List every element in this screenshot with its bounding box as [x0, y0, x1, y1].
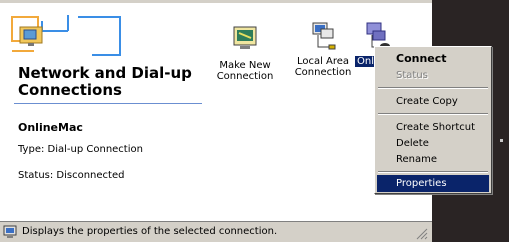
make-new-connection-icon: [233, 26, 257, 49]
status-bar: Displays the properties of the selected …: [0, 221, 432, 242]
connection-icon: [3, 225, 17, 238]
item-local-area-connection[interactable]: Local Area Connection: [283, 21, 363, 78]
status-text: Displays the properties of the selected …: [22, 226, 278, 237]
title-divider: [14, 103, 202, 104]
menu-item-create-shortcut[interactable]: Create Shortcut: [377, 119, 489, 136]
explorer-window: Network and Dial-up Connections OnlineMa…: [0, 0, 432, 242]
menu-separator: [378, 87, 488, 89]
local-area-connection-icon: [312, 22, 336, 50]
menu-item-status[interactable]: Status: [377, 67, 489, 84]
resize-grip[interactable]: [416, 228, 428, 240]
page-title: Network and Dial-up Connections: [18, 64, 192, 99]
context-menu: Connect Status Create Copy Create Shortc…: [374, 46, 492, 194]
menu-separator: [378, 113, 488, 115]
menu-item-delete[interactable]: Delete: [377, 135, 489, 152]
menu-separator: [378, 171, 488, 173]
info-pane: Network and Dial-up Connections OnlineMa…: [0, 3, 205, 221]
item-label: Local Area Connection: [294, 56, 352, 78]
background-speck: [500, 139, 503, 142]
item-label: Make New Connection: [216, 60, 274, 82]
menu-item-create-copy[interactable]: Create Copy: [377, 93, 489, 110]
network-folder-icon: [11, 15, 121, 56]
selected-connection-status: Status: Disconnected: [18, 170, 125, 181]
menu-item-connect[interactable]: Connect: [377, 50, 489, 67]
selected-connection-name: OnlineMac: [18, 121, 83, 134]
item-make-new-connection[interactable]: Make New Connection: [205, 25, 285, 82]
menu-item-rename[interactable]: Rename: [377, 151, 489, 168]
menu-item-properties[interactable]: Properties: [377, 175, 489, 192]
selected-connection-type: Type: Dial-up Connection: [18, 144, 143, 155]
